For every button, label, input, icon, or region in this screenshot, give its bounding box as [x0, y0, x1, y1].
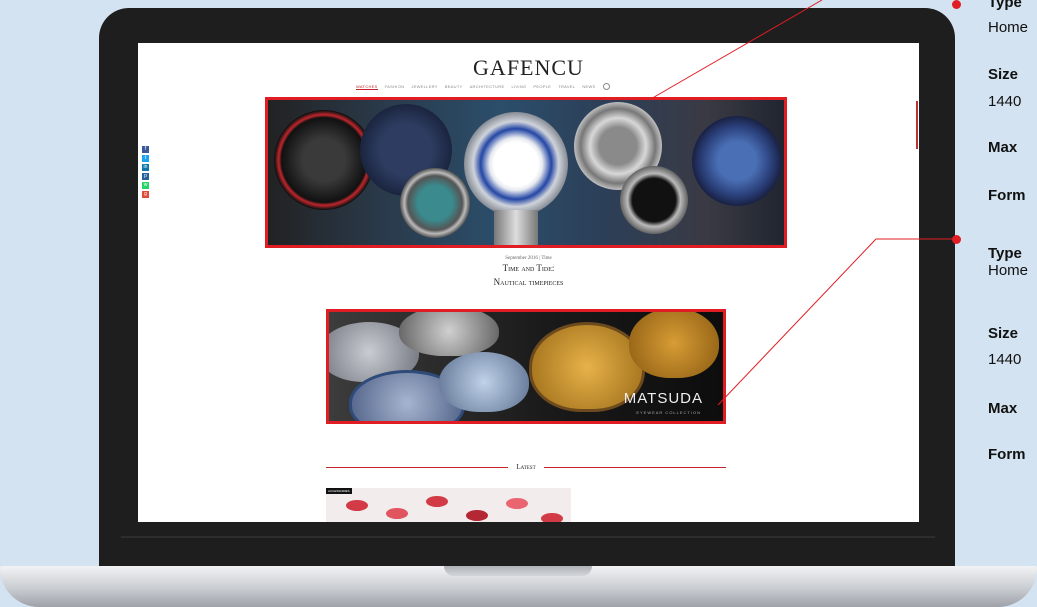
callout-value: Home	[988, 262, 1029, 279]
callout-label: Size	[988, 66, 1019, 83]
callout-value: 1440	[988, 93, 1022, 110]
callout-label: Form	[988, 187, 1026, 204]
callout-value: Home	[988, 19, 1029, 36]
callout-label: Size	[988, 325, 1019, 342]
callout-leader-lines	[648, 0, 956, 406]
callout-label: Type	[988, 0, 1022, 11]
callout-marker	[952, 0, 961, 9]
callout-label: Max	[988, 400, 1018, 417]
callout-label: Max	[988, 139, 1018, 156]
callout-label: Form	[988, 446, 1026, 463]
callout-label: Type	[988, 245, 1022, 262]
callout-marker	[952, 235, 961, 244]
callout-value: 1440	[988, 351, 1022, 368]
